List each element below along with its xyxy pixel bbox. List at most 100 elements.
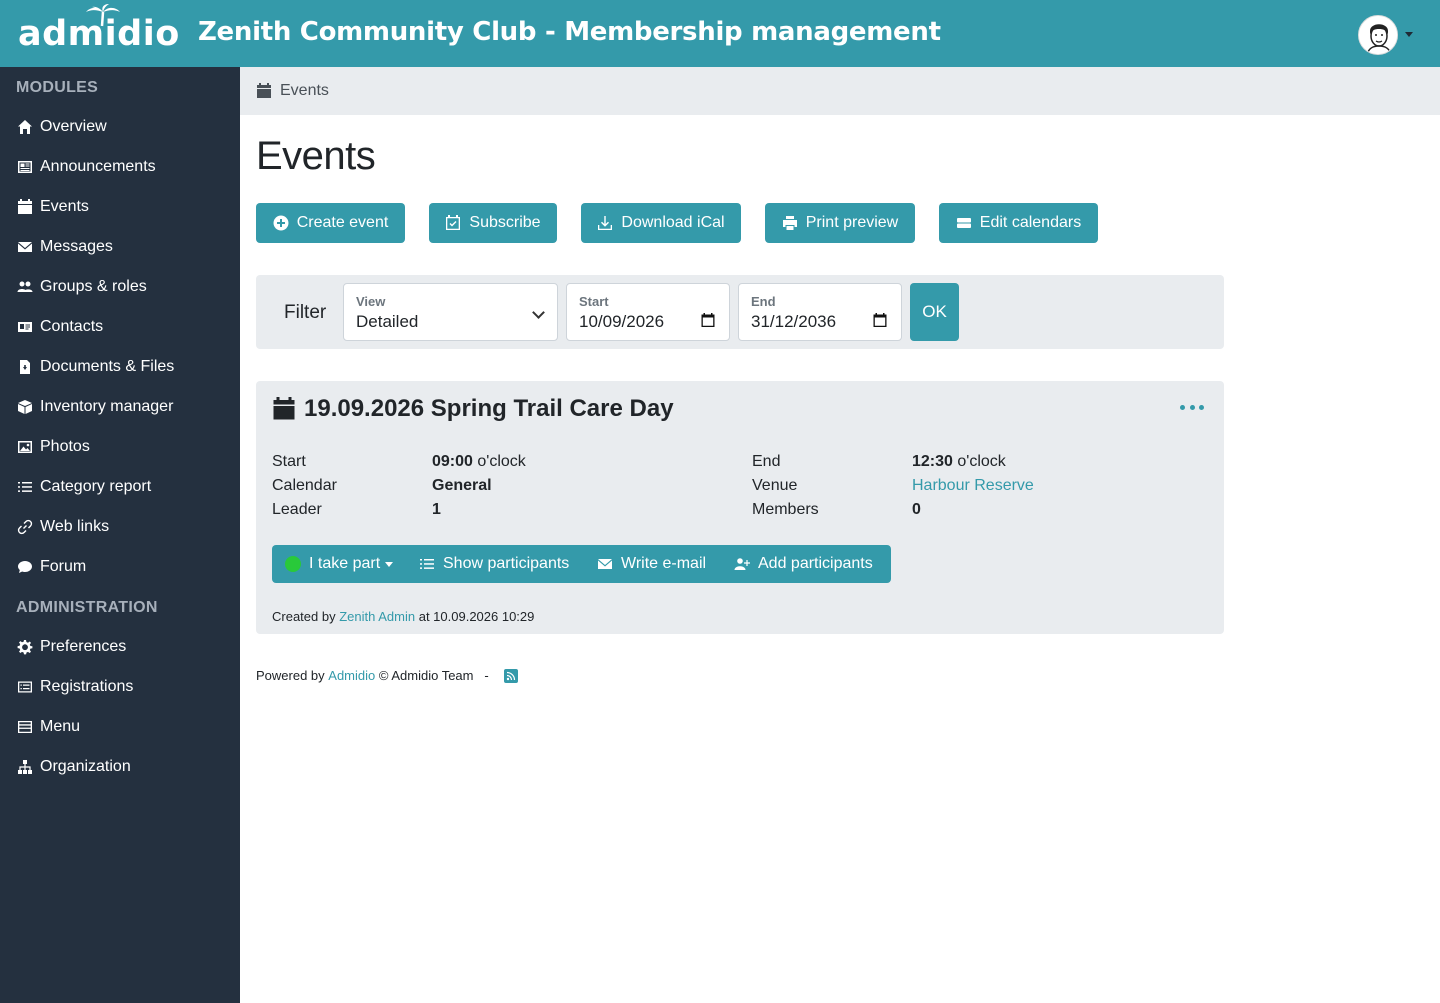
sidebar-item-label: Web links (40, 518, 110, 535)
menu-icon (16, 718, 34, 736)
subscribe-button[interactable]: Subscribe (429, 203, 557, 243)
sidebar-item-label: Category report (40, 478, 152, 495)
sidebar-item-messages[interactable]: Messages (16, 232, 236, 262)
chat-icon (16, 558, 34, 576)
person-plus-icon (734, 558, 750, 570)
footer-prefix: Powered by (256, 668, 325, 683)
edit-calendars-button[interactable]: Edit calendars (939, 203, 1098, 243)
calendar-picker-icon[interactable] (873, 313, 887, 327)
show-participants-button[interactable]: Show participants (419, 545, 569, 583)
sidebar-item-registrations[interactable]: Registrations (16, 672, 236, 702)
download-icon (598, 216, 613, 230)
subscribe-label: Subscribe (469, 214, 541, 231)
sidebar-item-overview[interactable]: Overview (16, 112, 236, 142)
avatar-dropdown-caret[interactable] (1405, 32, 1413, 37)
calendar-check-icon (446, 215, 461, 230)
envelope-icon (16, 238, 34, 256)
take-part-label: I take part (309, 555, 381, 572)
event-calendar-value: General (432, 477, 492, 494)
box-icon (16, 398, 34, 416)
sidebar-item-web-links[interactable]: Web links (16, 512, 236, 542)
write-email-button[interactable]: Write e-mail (597, 545, 706, 583)
people-icon (16, 278, 34, 296)
created-by-link[interactable]: Zenith Admin (339, 609, 415, 624)
list-icon (16, 478, 34, 496)
filter-ok-button[interactable]: OK (910, 283, 959, 341)
event-end-value: 12:30 o'clock (912, 453, 1006, 471)
event-calendar-label: Calendar (272, 477, 337, 494)
sidebar-item-photos[interactable]: Photos (16, 432, 236, 462)
sidebar-item-preferences[interactable]: Preferences (16, 632, 236, 662)
sidebar-item-forum[interactable]: Forum (16, 552, 236, 582)
start-date-value: 10/09/2026 (579, 312, 665, 331)
created-prefix: Created by (272, 609, 336, 624)
rss-icon[interactable] (503, 668, 518, 683)
admidio-logo[interactable]: admidio (18, 4, 179, 58)
view-select-label: View (356, 294, 386, 309)
event-start-value: 09:00 o'clock (432, 453, 526, 471)
created-at: at 10.09.2026 10:29 (418, 609, 535, 624)
image-icon (16, 438, 34, 456)
event-action-group: I take part Show participants Write e-ma… (272, 545, 891, 583)
sidebar-item-label: Events (40, 198, 89, 215)
sidebar-heading-administration: ADMINISTRATION (16, 599, 158, 616)
start-date-input[interactable]: Start 10/09/2026 (566, 283, 730, 341)
sidebar-item-label: Messages (40, 238, 113, 255)
status-green-icon (285, 556, 301, 572)
sidebar-item-category-report[interactable]: Category report (16, 472, 236, 502)
show-participants-label: Show participants (443, 555, 570, 572)
user-face-icon (1359, 16, 1397, 54)
create-event-button[interactable]: Create event (256, 203, 405, 243)
sidebar-item-label: Contacts (40, 318, 104, 335)
home-icon (16, 118, 34, 136)
sidebar-item-menu[interactable]: Menu (16, 712, 236, 742)
sidebar-item-announcements[interactable]: Announcements (16, 152, 236, 182)
event-leader-label: Leader (272, 501, 322, 518)
sidebar-item-label: Groups & roles (40, 278, 147, 295)
sidebar-item-events[interactable]: Events (16, 192, 236, 222)
sidebar-item-label: Announcements (40, 158, 156, 175)
event-title: 19.09.2026 Spring Trail Care Day (272, 395, 674, 423)
sidebar-item-contacts[interactable]: Contacts (16, 312, 236, 342)
take-part-dropdown[interactable]: I take part (285, 545, 394, 583)
sidebar-item-groups-roles[interactable]: Groups & roles (16, 272, 236, 302)
gear-icon (16, 638, 34, 656)
file-icon (16, 358, 34, 376)
sidebar-heading-modules: MODULES (16, 79, 99, 96)
sidebar-item-label: Menu (40, 718, 81, 735)
write-email-label: Write e-mail (621, 555, 707, 572)
user-avatar[interactable] (1358, 15, 1398, 55)
footer-copyright: © Admidio Team (378, 668, 474, 683)
download-ical-button[interactable]: Download iCal (581, 203, 741, 243)
event-end-label: End (752, 453, 781, 470)
calendar-icon (16, 198, 34, 216)
sidebar-item-label: Inventory manager (40, 398, 174, 415)
add-participants-button[interactable]: Add participants (734, 545, 873, 583)
print-preview-label: Print preview (805, 214, 899, 231)
breadcrumb: Events (240, 67, 1440, 115)
sidebar-item-inventory[interactable]: Inventory manager (16, 392, 236, 422)
sidebar-item-organization[interactable]: Organization (16, 752, 236, 782)
dot-icon (1189, 404, 1195, 410)
calendar-picker-icon[interactable] (701, 313, 715, 327)
breadcrumb-item-events: Events (256, 82, 329, 100)
event-start-suffix: o'clock (477, 453, 526, 470)
breadcrumb-label: Events (280, 82, 329, 99)
event-venue-link[interactable]: Harbour Reserve (912, 477, 1034, 495)
footer-admidio-link[interactable]: Admidio (328, 668, 375, 683)
chevron-down-icon (532, 306, 545, 319)
view-select[interactable]: View Detailed (343, 283, 558, 341)
top-navbar: admidio Zenith Community Club - Membersh… (0, 0, 1440, 67)
event-title-text: 19.09.2026 Spring Trail Care Day (304, 395, 674, 422)
start-date-label: Start (579, 294, 609, 309)
sidebar-item-documents[interactable]: Documents & Files (16, 352, 236, 382)
print-preview-button[interactable]: Print preview (765, 203, 915, 243)
end-date-input[interactable]: End 31/12/2036 (738, 283, 902, 341)
event-end-time: 12:30 (912, 453, 953, 470)
event-more-options-button[interactable] (1180, 401, 1204, 413)
sidebar-item-label: Organization (40, 758, 131, 775)
sidebar-item-label: Registrations (40, 678, 134, 695)
create-event-label: Create event (296, 214, 389, 231)
event-leader-value: 1 (432, 501, 441, 518)
sidebar-item-label: Overview (40, 118, 107, 135)
